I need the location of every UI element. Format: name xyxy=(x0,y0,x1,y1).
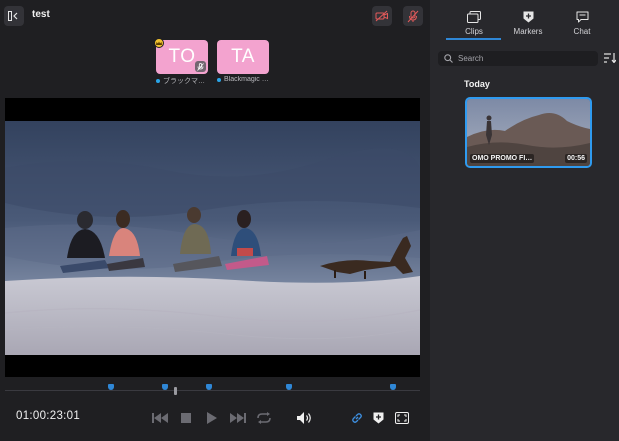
timeline-marker[interactable] xyxy=(107,384,114,390)
timeline-scrubber[interactable] xyxy=(5,384,420,398)
microphone-toggle-button[interactable] xyxy=(403,6,423,26)
participant-name-row: ブラックマ… xyxy=(156,76,208,86)
loop-button[interactable] xyxy=(255,410,273,426)
clip-group-title: Today xyxy=(464,79,490,89)
clip-name: OMO PROMO FI… xyxy=(470,154,535,163)
participant-tile-1[interactable]: TO ブラックマ… xyxy=(154,38,208,86)
tab-label: Clips xyxy=(465,27,483,36)
skip-forward-icon xyxy=(230,413,246,423)
skip-back-button[interactable] xyxy=(151,410,169,426)
toggle-sidebar-button[interactable] xyxy=(4,6,24,26)
tab-markers[interactable]: Markers xyxy=(503,10,553,36)
participant-name: ブラックマ… xyxy=(163,78,205,85)
participant-tile-2[interactable]: TA Blackmagic … xyxy=(217,40,269,83)
play-button[interactable] xyxy=(205,410,219,426)
search-input[interactable] xyxy=(458,54,588,63)
presence-dot xyxy=(156,79,160,83)
participant-name: Blackmagic … xyxy=(224,76,269,83)
host-crown-icon xyxy=(154,38,164,48)
panel-collapse-icon xyxy=(8,11,18,21)
clips-sidebar: Clips Markers Chat Search Today OMO PROM… xyxy=(430,0,619,441)
participant-avatar: TA xyxy=(217,40,269,74)
timeline-track xyxy=(5,390,420,391)
mic-muted-icon xyxy=(195,61,206,72)
participant-initials: TA xyxy=(231,46,255,67)
clip-duration: 00:56 xyxy=(565,154,587,163)
active-tab-indicator xyxy=(446,38,501,40)
play-icon xyxy=(207,412,217,424)
search-field[interactable] xyxy=(438,51,598,66)
video-viewer[interactable] xyxy=(5,98,420,377)
clip-card[interactable]: OMO PROMO FI… 00:56 xyxy=(465,97,592,168)
loop-icon xyxy=(257,412,271,424)
presence-dot xyxy=(217,77,221,82)
participant-name-row: Blackmagic … xyxy=(217,76,269,83)
tab-clips[interactable]: Clips xyxy=(449,10,499,36)
timeline-marker[interactable] xyxy=(390,384,397,390)
tab-label: Chat xyxy=(573,27,591,36)
stop-icon xyxy=(181,413,191,423)
chat-icon xyxy=(576,11,588,23)
fullscreen-button[interactable] xyxy=(394,410,410,426)
marker-add-icon xyxy=(373,412,383,424)
microphone-off-icon xyxy=(407,10,419,22)
timeline-marker[interactable] xyxy=(161,384,168,390)
player-pane: test TO ブラックマ… TA Blackmagic … 01:00:23:… xyxy=(0,0,430,441)
participant-avatar: TO xyxy=(154,38,208,74)
tab-label: Markers xyxy=(513,27,543,36)
participant-initials: TO xyxy=(168,46,196,67)
volume-button[interactable] xyxy=(296,410,314,426)
skip-forward-button[interactable] xyxy=(229,410,247,426)
fullscreen-icon xyxy=(395,412,409,424)
share-link-button[interactable] xyxy=(350,410,364,426)
playhead[interactable] xyxy=(174,387,178,395)
skip-back-icon xyxy=(152,413,168,423)
sort-icon xyxy=(604,53,616,63)
timecode-display: 01:00:23:01 xyxy=(16,410,81,422)
clips-icon xyxy=(467,11,481,23)
session-title: test xyxy=(32,9,50,20)
video-frame-image xyxy=(5,98,420,377)
search-icon xyxy=(444,54,453,63)
marker-icon xyxy=(523,11,533,23)
sort-button[interactable] xyxy=(604,52,616,64)
tab-chat[interactable]: Chat xyxy=(557,10,607,36)
add-marker-button[interactable] xyxy=(371,410,385,426)
volume-icon xyxy=(297,412,311,424)
camera-toggle-button[interactable] xyxy=(372,6,392,26)
stop-button[interactable] xyxy=(179,410,193,426)
camera-off-icon xyxy=(375,10,388,22)
link-icon xyxy=(352,413,362,423)
